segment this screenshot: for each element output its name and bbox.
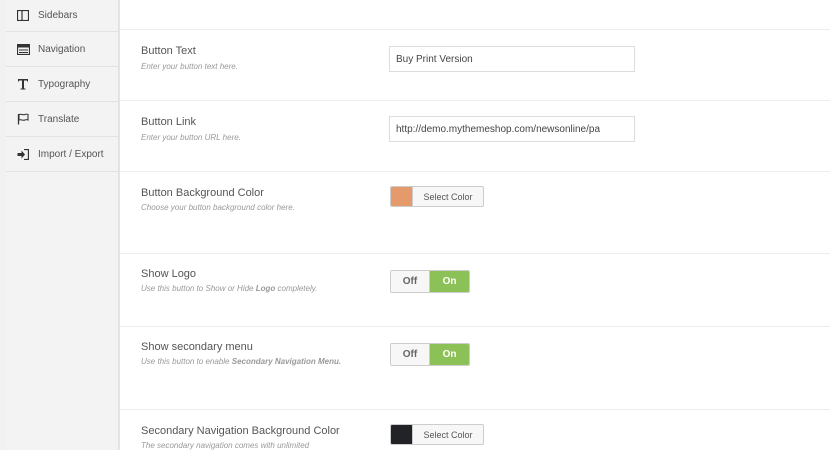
select-color-button[interactable]: Select Color	[413, 187, 483, 206]
text-icon	[16, 78, 30, 90]
option-label: Button Background Color	[141, 187, 264, 199]
options-sidebar: Sidebars Navigation Typography Translate…	[6, 0, 119, 450]
option-label: Show secondary menu	[141, 341, 253, 353]
option-description: Enter your button URL here.	[141, 133, 241, 142]
toggle-off-button[interactable]: Off	[391, 271, 431, 292]
option-label: Secondary Navigation Background Color	[141, 425, 340, 437]
button-bg-color-picker[interactable]: Select Color	[390, 186, 484, 207]
sidebar-item-label: Sidebars	[38, 10, 78, 21]
option-label: Button Link	[141, 116, 197, 128]
option-row-button-link: Button Link Enter your button URL here.	[120, 101, 830, 172]
sidebar-item-label: Typography	[38, 78, 91, 90]
sidebar-item-label: Translate	[38, 113, 80, 125]
color-swatch[interactable]	[391, 187, 413, 206]
option-description: Use this button to Show or Hide Logo com…	[141, 284, 318, 293]
option-description: Choose your button background color here…	[141, 203, 295, 212]
option-row-secondary-nav-bg-color: Secondary Navigation Background Color Th…	[120, 410, 830, 450]
sidebar-item-translate[interactable]: Translate	[6, 102, 118, 137]
option-row-show-secondary-menu: Show secondary menu Use this button to e…	[120, 327, 830, 410]
color-swatch[interactable]	[391, 425, 413, 444]
option-description: Enter your button text here.	[141, 62, 238, 71]
sidebar-item-navigation[interactable]: Navigation	[6, 32, 118, 67]
sidebar-item-typography[interactable]: Typography	[6, 67, 118, 102]
options-panel: Button Text Enter your button text here.…	[119, 0, 830, 450]
flag-icon	[16, 113, 30, 125]
list-icon	[16, 43, 30, 55]
option-row-button-bg-color: Button Background Color Choose your butt…	[120, 172, 830, 254]
columns-icon	[16, 10, 30, 22]
show-logo-toggle[interactable]: Off On	[390, 270, 470, 293]
toggle-on-button[interactable]: On	[430, 271, 469, 292]
option-description: The secondary navigation comes with unli…	[141, 441, 310, 450]
select-color-button[interactable]: Select Color	[413, 425, 483, 444]
toggle-on-button[interactable]: On	[430, 344, 469, 365]
toggle-off-button[interactable]: Off	[391, 344, 431, 365]
option-row-button-text: Button Text Enter your button text here.	[120, 30, 830, 101]
option-label: Button Text	[141, 45, 196, 57]
sign-in-icon	[16, 148, 30, 160]
button-link-input[interactable]	[389, 116, 635, 142]
button-text-input[interactable]	[389, 46, 635, 72]
sidebar-item-import-export[interactable]: Import / Export	[6, 137, 118, 172]
sidebar-item-sidebars[interactable]: Sidebars	[6, 0, 118, 32]
secondary-nav-bg-color-picker[interactable]: Select Color	[390, 424, 484, 445]
sidebar-empty-area	[6, 172, 118, 448]
sidebar-item-label: Navigation	[38, 43, 86, 55]
show-secondary-menu-toggle[interactable]: Off On	[390, 343, 470, 366]
sidebar-item-label: Import / Export	[38, 148, 104, 160]
option-description: Use this button to enable Secondary Navi…	[141, 357, 342, 366]
option-row-show-logo: Show Logo Use this button to Show or Hid…	[120, 254, 830, 327]
options-row-top	[120, 0, 830, 30]
option-label: Show Logo	[141, 268, 197, 280]
